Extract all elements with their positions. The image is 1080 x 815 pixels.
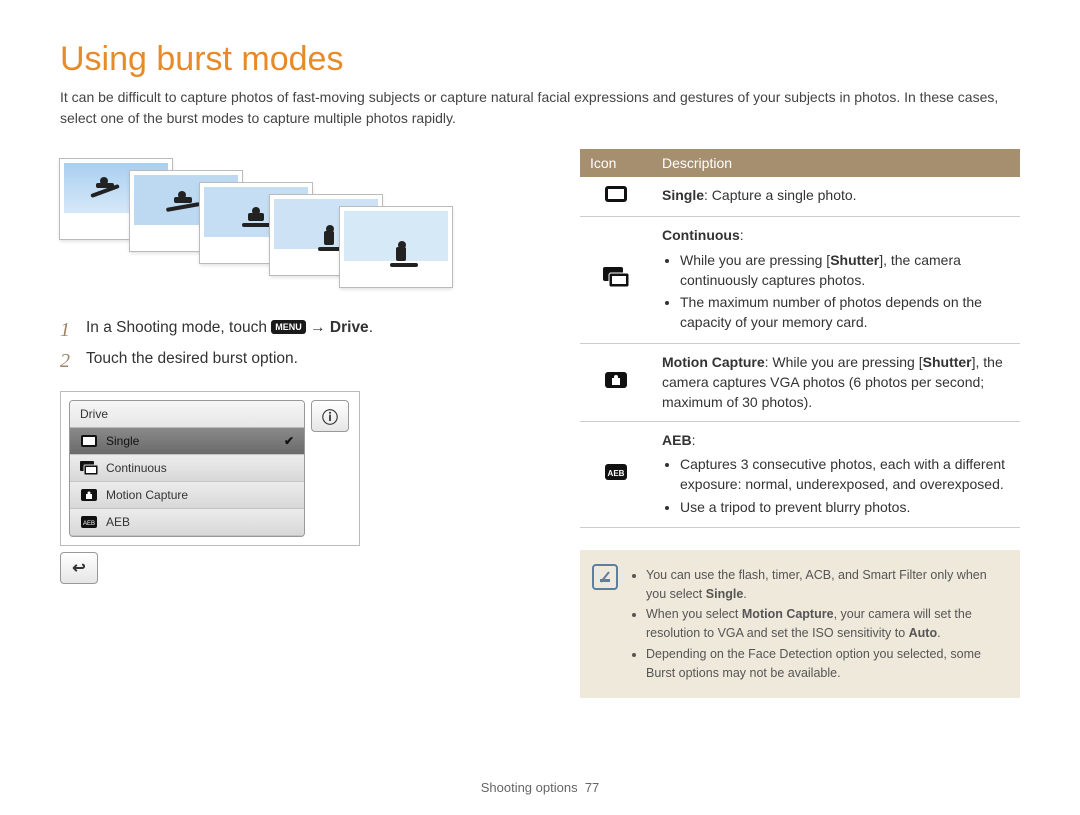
row-text: : Capture a single photo. xyxy=(704,187,857,203)
drive-item-label: Continuous xyxy=(106,461,167,475)
page-title: Using burst modes xyxy=(60,40,1020,79)
left-column: 1 In a Shooting mode, touch MENU → Drive… xyxy=(60,149,540,698)
step-number: 2 xyxy=(60,350,74,373)
step-1-pre: In a Shooting mode, touch xyxy=(86,319,271,336)
svg-text:AEB: AEB xyxy=(83,521,95,527)
info-icon: ⓘ xyxy=(322,404,338,428)
th-icon: Icon xyxy=(580,149,652,177)
row-bullet: The maximum number of photos depends on … xyxy=(680,292,1010,333)
step-2: 2 Touch the desired burst option. xyxy=(60,350,540,373)
row-bullet: Use a tripod to prevent blurry photos. xyxy=(680,497,1010,517)
drive-item-single[interactable]: Single ✔ xyxy=(70,428,304,455)
note-box: You can use the flash, timer, ACB, and S… xyxy=(580,550,1020,699)
check-icon: ✔ xyxy=(284,434,294,448)
row-bullet: While you are pressing [Shutter], the ca… xyxy=(680,250,1010,291)
motion-icon xyxy=(80,488,98,502)
page-footer: Shooting options 77 xyxy=(60,780,1020,795)
intro-text: It can be difficult to capture photos of… xyxy=(60,87,1020,129)
steps-list: 1 In a Shooting mode, touch MENU → Drive… xyxy=(60,319,540,373)
drive-item-continuous[interactable]: Continuous xyxy=(70,455,304,482)
row-title: Motion Capture xyxy=(662,354,765,370)
single-icon xyxy=(604,190,628,206)
continuous-icon xyxy=(603,274,629,290)
continuous-icon xyxy=(80,461,98,475)
right-column: Icon Description Single: Capture a singl… xyxy=(580,149,1020,698)
step-1-post: → xyxy=(306,319,330,336)
row-title: Single xyxy=(662,187,704,203)
drive-menu-header: Drive xyxy=(70,401,304,428)
note-bullet: Depending on the Face Detection option y… xyxy=(646,645,1006,683)
back-button[interactable]: ↩ xyxy=(60,552,98,584)
step-number: 1 xyxy=(60,319,74,342)
drive-item-aeb[interactable]: AEB AEB xyxy=(70,509,304,536)
menu-chip: MENU xyxy=(271,320,306,334)
row-bullet: Captures 3 consecutive photos, each with… xyxy=(680,454,1010,495)
aeb-icon: AEB xyxy=(80,515,98,529)
th-desc: Description xyxy=(652,149,1020,177)
burst-illustration xyxy=(60,159,540,289)
drive-item-label: Single xyxy=(106,434,139,448)
back-icon: ↩ xyxy=(72,558,85,578)
aeb-icon: AEB xyxy=(604,468,628,484)
step-1: 1 In a Shooting mode, touch MENU → Drive… xyxy=(60,319,540,342)
svg-text:AEB: AEB xyxy=(608,469,625,478)
row-suffix: : xyxy=(740,227,744,243)
drive-item-label: AEB xyxy=(106,515,130,529)
table-row: Continuous: While you are pressing [Shut… xyxy=(580,217,1020,343)
row-text-a: : While you are pressing [ xyxy=(765,354,923,370)
note-bullet: When you select Motion Capture, your cam… xyxy=(646,605,1006,643)
table-row: Single: Capture a single photo. xyxy=(580,177,1020,217)
drive-item-motion[interactable]: Motion Capture xyxy=(70,482,304,509)
row-suffix: : xyxy=(692,432,696,448)
row-title: Continuous xyxy=(662,227,740,243)
drive-item-label: Motion Capture xyxy=(106,488,188,502)
row-bold2: Shutter xyxy=(923,354,972,370)
drive-menu-screenshot: Drive Single ✔ Continuous Motion Capture xyxy=(60,391,360,546)
motion-icon xyxy=(604,376,628,392)
row-title: AEB xyxy=(662,432,692,448)
table-row: Motion Capture: While you are pressing [… xyxy=(580,343,1020,421)
note-info-icon xyxy=(592,564,618,590)
footer-page: 77 xyxy=(585,780,599,795)
step-1-bold: Drive xyxy=(330,319,369,336)
footer-section: Shooting options xyxy=(481,780,578,795)
note-bullet: You can use the flash, timer, ACB, and S… xyxy=(646,566,1006,604)
step-1-tail: . xyxy=(369,319,373,336)
step-2-text: Touch the desired burst option. xyxy=(86,350,298,373)
table-row: AEB AEB: Captures 3 consecutive photos, … xyxy=(580,421,1020,527)
info-button[interactable]: ⓘ xyxy=(311,400,349,432)
options-table: Icon Description Single: Capture a singl… xyxy=(580,149,1020,528)
single-icon xyxy=(80,434,98,448)
